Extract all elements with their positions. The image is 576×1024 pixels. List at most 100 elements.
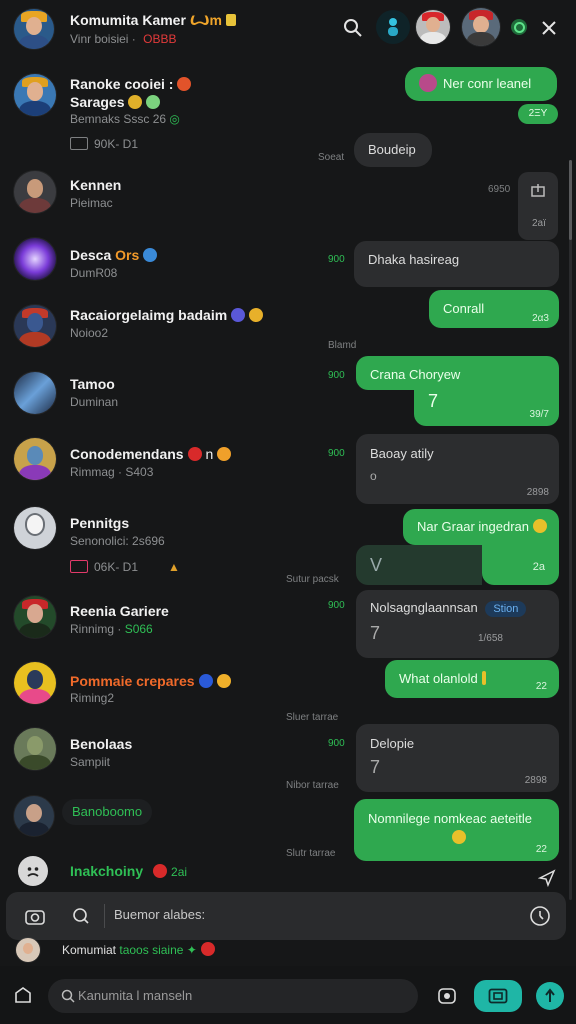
chat-avatar[interactable] (14, 74, 56, 116)
search-icon[interactable] (340, 15, 366, 41)
chat-name[interactable]: Pennitgs (70, 515, 129, 531)
header-title: Komumita Kamer Ꙍm (70, 12, 236, 29)
preview-avatar[interactable] (16, 938, 40, 962)
chat-avatar[interactable] (14, 372, 56, 414)
chat-name[interactable]: Racaiorgelaimg badaim (70, 307, 264, 323)
chat-avatar[interactable] (14, 305, 56, 347)
chat-avatar[interactable] (14, 796, 54, 836)
sad-face-icon[interactable] (18, 856, 48, 886)
chat-name[interactable]: Pommaie crepares (70, 673, 231, 689)
upload-icon[interactable] (536, 982, 564, 1010)
message-bubble[interactable]: Delopie 7 2898 (356, 724, 559, 792)
message-green-time: 900 (328, 600, 345, 611)
emoji-icon (419, 74, 437, 92)
chat-sub: Riming2 (70, 691, 115, 705)
avatar-red-cap[interactable] (416, 10, 450, 44)
chat-avatar[interactable] (14, 596, 56, 638)
subtitle-tag: OBBB (143, 32, 177, 46)
sticker-button[interactable] (474, 980, 522, 1012)
emoji-icon (200, 942, 215, 956)
chat-meta: 06K- D1 ▲ (70, 560, 180, 574)
chat-avatar[interactable] (14, 507, 56, 549)
message-input[interactable]: Buemor alabes: (114, 907, 205, 922)
chat-avatar[interactable] (14, 238, 56, 280)
date-label: Blamd (328, 340, 357, 351)
close-icon[interactable] (538, 17, 560, 39)
chat-name[interactable]: Benolaas (70, 736, 132, 752)
home-icon[interactable] (12, 984, 34, 1006)
chat-sub: Bemnaks Sssc 26 ◎ (70, 112, 180, 126)
emoji-icon (177, 77, 192, 91)
message-tag: Stion (485, 601, 527, 617)
message-bubble[interactable]: Crana Choryew (356, 356, 559, 390)
chat-avatar[interactable] (14, 728, 56, 770)
message-side-label: 6950 (488, 184, 511, 195)
date-label: Nibor tarrae (286, 780, 339, 791)
chat-sub: Noioo2 (70, 326, 109, 340)
message-bubble[interactable]: Nomnilege nomkeac aeteitle 22 (354, 799, 559, 861)
clock-icon[interactable] (528, 904, 552, 928)
emoji-icon (153, 864, 168, 878)
message-bubble[interactable]: Baoay atily o 2898 (356, 434, 559, 504)
message-time-pill: 2ΞΥ (518, 104, 558, 124)
message-bubble[interactable]: Ner conr leanel (405, 67, 557, 101)
message-bubble[interactable]: Boudeip (354, 133, 432, 167)
chat-meta: 90K- D1 (70, 137, 138, 151)
message-bubble-tail[interactable]: 7 39/7 (414, 388, 559, 426)
chat-name[interactable]: Kennen (70, 177, 121, 193)
search-icon[interactable] (70, 905, 92, 927)
message-green-time: 900 (328, 370, 345, 381)
avatar-red-cap-2[interactable] (462, 8, 500, 46)
chat-avatar[interactable] (14, 171, 56, 213)
message-bubble[interactable]: V (356, 545, 482, 585)
message-bubble[interactable]: Nolsagnglaannsan Stion 7 1/658 (356, 590, 559, 658)
chat-avatar[interactable] (14, 662, 56, 704)
emoji-icon (146, 95, 161, 109)
preview-line[interactable]: Komumiat taoos siaine ✦ (62, 942, 215, 957)
message-green-time: 900 (328, 254, 345, 265)
status-icon[interactable] (511, 19, 527, 35)
send-icon[interactable] (537, 868, 557, 888)
chat-name[interactable]: Conodemendans n (70, 446, 232, 462)
figure-icon[interactable] (376, 10, 410, 44)
emoji-icon (452, 830, 466, 844)
emoji-icon (128, 95, 143, 109)
chat-name[interactable]: Reenia Gariere (70, 603, 169, 619)
share-icon[interactable] (530, 182, 546, 198)
bottom-search[interactable]: Kanumita l manseln (48, 979, 418, 1013)
chat-name-line2: Sarages (70, 94, 161, 110)
chat-name[interactable]: Tamoo (70, 376, 115, 392)
scrollbar[interactable] (569, 160, 572, 900)
bottom-search-input[interactable]: Kanumita l manseln (78, 988, 192, 1003)
attach-icon (70, 137, 88, 150)
emoji-icon (217, 447, 232, 461)
composer: Buemor alabes: (6, 892, 566, 940)
gallery-icon[interactable] (436, 985, 458, 1007)
message-bubble-tail[interactable]: 2a (482, 545, 559, 585)
emoji-icon (216, 674, 231, 688)
chat-sub: Rinnimg · S066 (70, 622, 153, 636)
chat-name[interactable]: Inakchoiny 2ai (70, 863, 187, 879)
emoji-icon (533, 519, 547, 533)
emoji-icon (481, 671, 486, 685)
chat-sub: DumR08 (70, 266, 118, 280)
message-bubble[interactable]: 2aï (518, 172, 558, 240)
chat-sub: Sampiit (70, 755, 111, 769)
message-green-time: 900 (328, 448, 345, 459)
camera-icon[interactable] (24, 905, 46, 927)
chat-name-pill[interactable]: Banoboomo (62, 799, 153, 825)
chat-name[interactable]: Ranoke cooiei : (70, 76, 192, 92)
header-avatar[interactable] (14, 9, 54, 49)
message-bubble[interactable]: Nar Graar ingedran (403, 509, 559, 545)
message-bubble[interactable]: Dhaka hasireag (354, 241, 559, 287)
message-bubble[interactable]: What olanlold 22 (385, 660, 559, 698)
chat-name[interactable]: Desca Ors (70, 247, 158, 263)
chat-avatar[interactable] (14, 438, 56, 480)
message-bubble[interactable]: Conrall 2α3 (429, 290, 559, 328)
date-label: Sluer tarrae (286, 712, 339, 723)
message-side-label: Soeat (318, 152, 345, 163)
header-subtitle: Vinr boisiei · OBBB (70, 32, 177, 46)
chat-sub: Senonolici: 2s696 (70, 534, 165, 548)
emoji-icon (143, 248, 158, 262)
attach-icon (70, 560, 88, 573)
